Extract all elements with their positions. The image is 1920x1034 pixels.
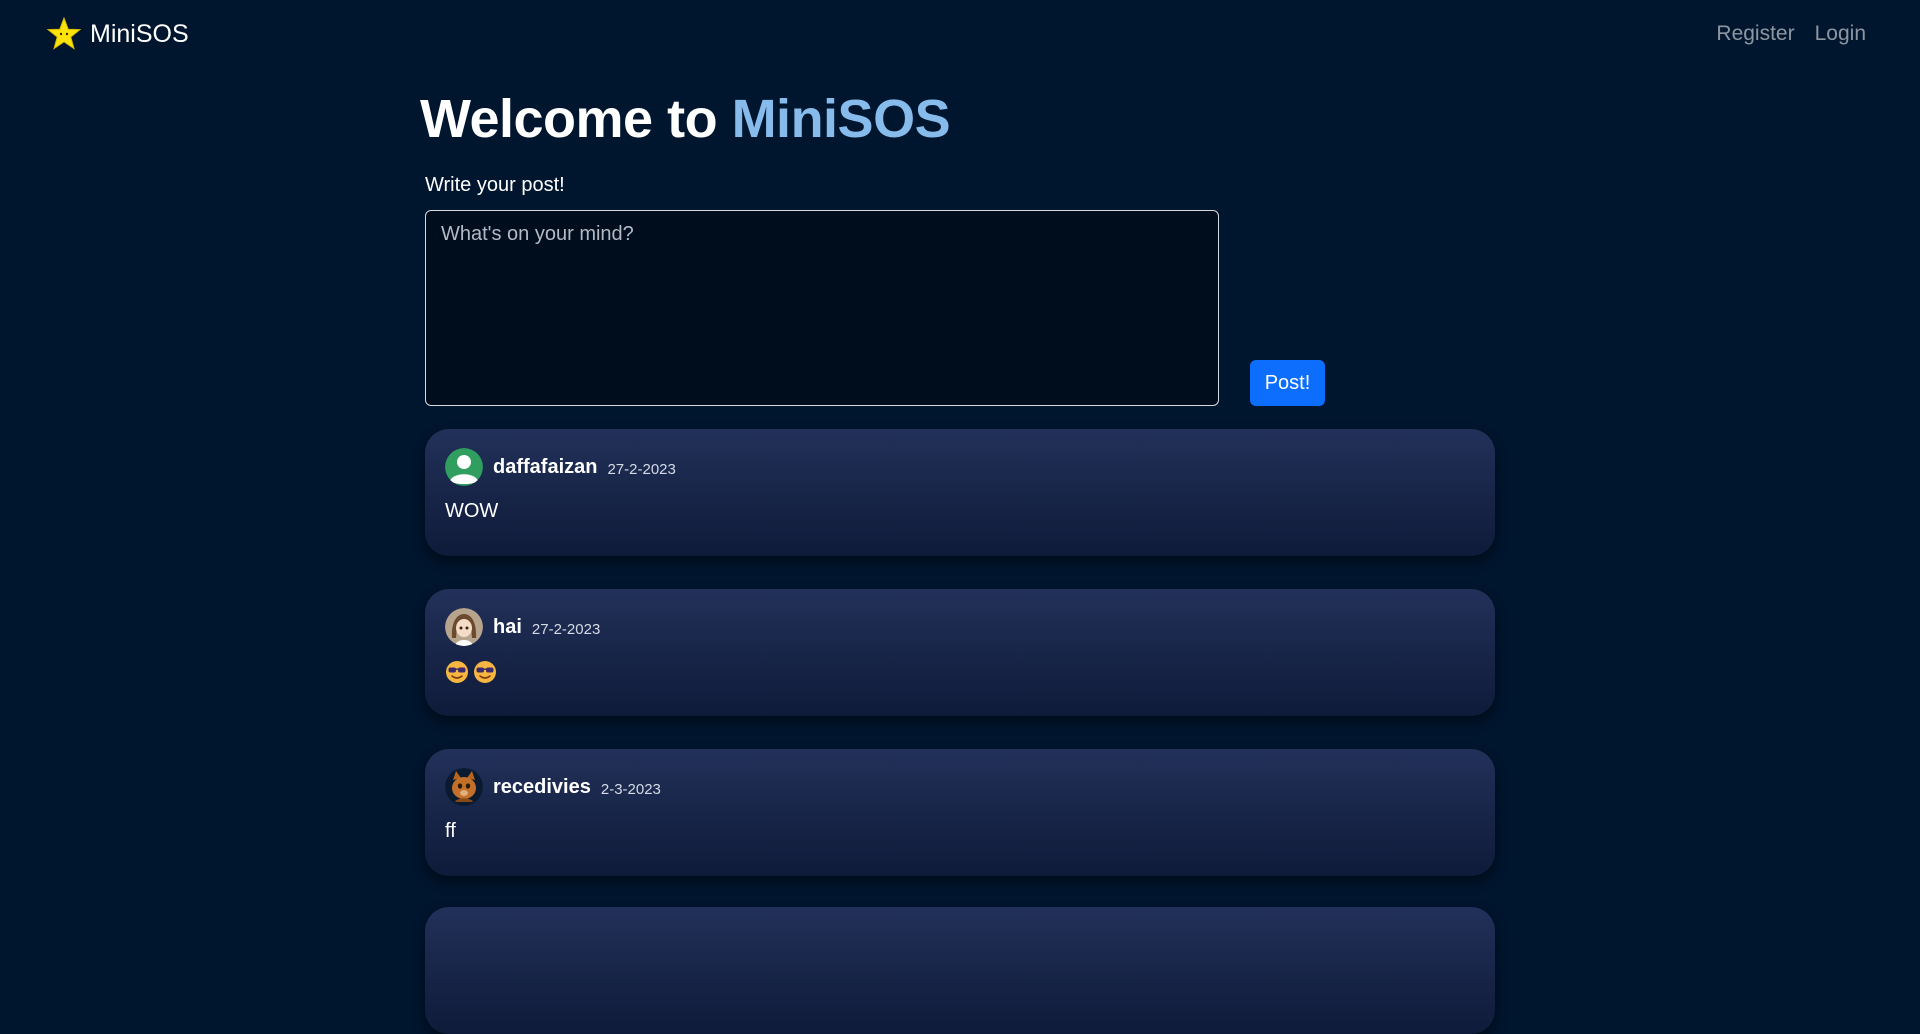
login-link[interactable]: Login	[1815, 22, 1866, 46]
page-title: Welcome to MiniSOS	[420, 88, 951, 150]
post-date: 27-2-2023	[607, 460, 676, 478]
page-title-prefix: Welcome to	[420, 89, 732, 149]
post-author[interactable]: hai	[493, 616, 522, 639]
post-header: recedivies 2-3-2023	[445, 768, 661, 806]
post-content	[445, 660, 497, 684]
post-header: hai 27-2-2023	[445, 608, 600, 646]
post-header: daffafaizan 27-2-2023	[445, 448, 676, 486]
post-author[interactable]: daffafaizan	[493, 456, 597, 479]
post-content: ff	[445, 820, 456, 842]
star-icon	[46, 16, 82, 50]
smiling-face-with-sunglasses-emoji	[474, 661, 496, 683]
post-date: 27-2-2023	[531, 620, 601, 638]
compose-label: Write your post!	[425, 174, 565, 196]
anime-girl-avatar[interactable]	[445, 608, 483, 646]
post-card	[425, 907, 1495, 1034]
post-author[interactable]: recedivies	[493, 776, 591, 799]
post-date: 2-3-2023	[600, 780, 661, 798]
brand-name: MiniSOS	[90, 19, 189, 48]
page-title-accent: MiniSOS	[731, 89, 951, 149]
nav-links: Register Login	[1716, 22, 1866, 46]
post-button[interactable]: Post!	[1250, 360, 1325, 406]
default-user-avatar[interactable]	[445, 448, 483, 486]
brand-link[interactable]: MiniSOS	[46, 16, 189, 52]
post-card: hai 27-2-2023	[425, 589, 1495, 716]
post-content: WOW	[445, 500, 499, 522]
emoji-row	[445, 660, 497, 684]
register-link[interactable]: Register	[1716, 22, 1794, 46]
smiling-face-with-sunglasses-emoji	[446, 661, 468, 683]
post-textarea[interactable]	[425, 210, 1219, 406]
cat-avatar[interactable]	[445, 768, 483, 806]
post-card: recedivies 2-3-2023 ff	[425, 749, 1495, 876]
navbar: MiniSOS Register Login	[0, 0, 1920, 72]
post-card: daffafaizan 27-2-2023 WOW	[425, 429, 1495, 556]
